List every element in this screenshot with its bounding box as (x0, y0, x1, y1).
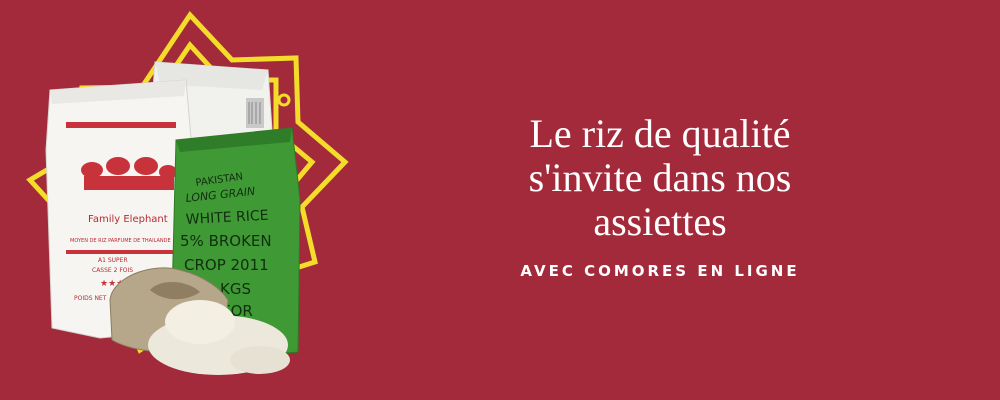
sack-grade: A1 SUPER (98, 257, 128, 264)
headline-line-2: s'invite dans nos (528, 155, 792, 200)
rice-sacks-illustration: Family Elephant MOYEN DE RIZ PARFUME DE … (26, 10, 349, 375)
promo-banner: Family Elephant MOYEN DE RIZ PARFUME DE … (0, 0, 1000, 400)
tagline: AVEC COMORES EN LIGNE (520, 262, 800, 280)
headline: Le riz de qualité s'invite dans nos assi… (420, 112, 900, 244)
sack-brand: Family Elephant (88, 214, 168, 225)
sack-subtitle: MOYEN DE RIZ PARFUME DE THAILANDE (70, 238, 171, 244)
sack-casse: CASSE 2 FOIS (92, 267, 133, 274)
green-sack-line5: CROP 2011 (184, 256, 269, 274)
green-sack-line4: 5% BROKEN (180, 232, 272, 250)
headline-line-3: assiettes (593, 199, 727, 244)
headline-line-1: Le riz de qualité (529, 111, 791, 156)
sack-poids: POIDS NET (74, 295, 107, 302)
